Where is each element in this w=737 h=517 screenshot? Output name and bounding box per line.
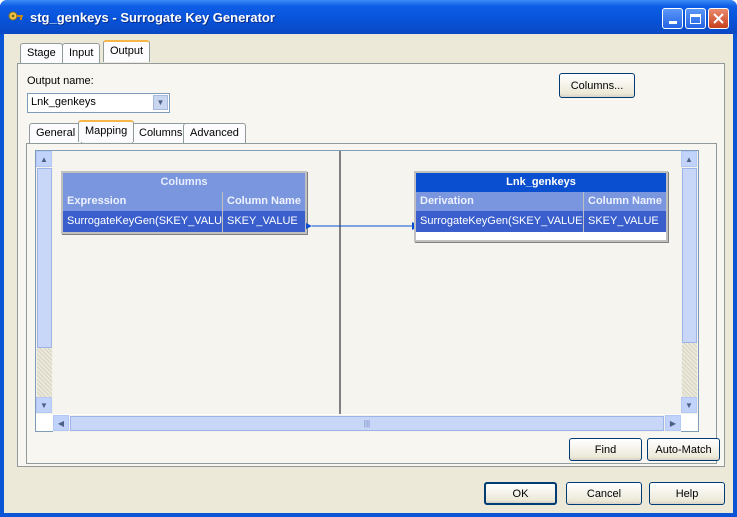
- scroll-left-button[interactable]: ◀: [53, 415, 69, 431]
- horizontal-scrollbar[interactable]: ◀ ||| ▶: [53, 415, 681, 432]
- scroll-thumb[interactable]: [37, 168, 52, 348]
- minimize-button[interactable]: [662, 8, 683, 29]
- scroll-up-button[interactable]: ▲: [36, 151, 52, 167]
- tab-input[interactable]: Input: [62, 43, 101, 63]
- maximize-button[interactable]: [685, 8, 706, 29]
- source-grid-title: Columns: [63, 173, 305, 192]
- column-name-cell[interactable]: SKEY_VALUE: [584, 211, 666, 232]
- dialog-window: stg_genkeys - Surrogate Key Generator St…: [0, 0, 737, 517]
- title-bar[interactable]: stg_genkeys - Surrogate Key Generator: [0, 0, 737, 34]
- tab-columns[interactable]: Columns: [132, 123, 190, 143]
- table-row[interactable]: SurrogateKeyGen(SKEY_VALUE) SKEY_VALUE: [416, 211, 666, 232]
- target-link-grid: Lnk_genkeys Derivation Column Name Surro…: [414, 171, 668, 242]
- table-row[interactable]: SurrogateKeyGen(SKEY_VALUE SKEY_VALUE: [63, 211, 305, 232]
- window-title: stg_genkeys - Surrogate Key Generator: [30, 10, 275, 25]
- key-generator-icon: [8, 11, 23, 21]
- tab-output[interactable]: Output: [103, 40, 151, 62]
- output-name-select[interactable]: Lnk_genkeys ▼: [27, 93, 170, 113]
- target-vertical-scrollbar[interactable]: ▲ ▼: [681, 151, 698, 414]
- source-grid-header: Expression Column Name: [63, 192, 305, 211]
- column-name-cell[interactable]: SKEY_VALUE: [223, 211, 305, 232]
- scroll-track[interactable]: [37, 348, 52, 397]
- help-button[interactable]: Help: [649, 482, 725, 505]
- target-grid-title: Lnk_genkeys: [416, 173, 666, 192]
- scroll-thumb[interactable]: [682, 168, 697, 343]
- scroll-track[interactable]: [682, 343, 697, 397]
- expression-cell[interactable]: SurrogateKeyGen(SKEY_VALUE: [63, 211, 223, 232]
- scroll-up-button[interactable]: ▲: [681, 151, 697, 167]
- output-name-label: Output name:: [27, 75, 94, 87]
- target-grid-header: Derivation Column Name: [416, 192, 666, 211]
- tab-stage[interactable]: Stage: [20, 43, 63, 63]
- source-columns-grid: Columns Expression Column Name Surrogate…: [61, 171, 307, 234]
- grid-empty-row: [416, 232, 666, 240]
- mapping-canvas: ▲ ▼ ▲ ▼ Columns Expression Column Name S…: [35, 150, 699, 432]
- source-vertical-scrollbar[interactable]: ▲ ▼: [36, 151, 53, 414]
- close-button[interactable]: [708, 8, 729, 29]
- scroll-thumb[interactable]: |||: [70, 416, 664, 431]
- maximize-icon: [690, 13, 701, 24]
- mapping-tab-panel: ▲ ▼ ▲ ▼ Columns Expression Column Name S…: [26, 143, 720, 464]
- scroll-right-button[interactable]: ▶: [665, 415, 681, 431]
- output-tab-panel: Output name: Lnk_genkeys ▼ Columns... Ge…: [17, 63, 725, 467]
- find-button[interactable]: Find: [569, 438, 642, 461]
- link-start-arrow-icon: [306, 223, 312, 229]
- output-name-value: Lnk_genkeys: [31, 96, 96, 108]
- close-icon: [713, 13, 724, 24]
- ok-button[interactable]: OK: [484, 482, 557, 505]
- tab-advanced[interactable]: Advanced: [183, 123, 246, 143]
- mapping-link-line: [306, 222, 420, 230]
- tab-mapping[interactable]: Mapping: [78, 120, 135, 142]
- tab-general[interactable]: General: [29, 123, 83, 143]
- column-header-derivation[interactable]: Derivation: [416, 192, 584, 211]
- derivation-cell[interactable]: SurrogateKeyGen(SKEY_VALUE): [416, 211, 584, 232]
- scroll-down-button[interactable]: ▼: [36, 397, 52, 413]
- dialog-client-area: Stage Input Output Output name: Lnk_genk…: [4, 34, 733, 513]
- column-header-column-name[interactable]: Column Name: [584, 192, 666, 211]
- chevron-down-icon[interactable]: ▼: [153, 95, 168, 110]
- column-header-column-name[interactable]: Column Name: [223, 192, 305, 211]
- auto-match-button[interactable]: Auto-Match: [647, 438, 720, 461]
- scroll-down-button[interactable]: ▼: [681, 397, 697, 413]
- minimize-icon: [668, 21, 677, 24]
- cancel-button[interactable]: Cancel: [566, 482, 642, 505]
- column-header-expression[interactable]: Expression: [63, 192, 223, 211]
- columns-button[interactable]: Columns...: [559, 73, 635, 98]
